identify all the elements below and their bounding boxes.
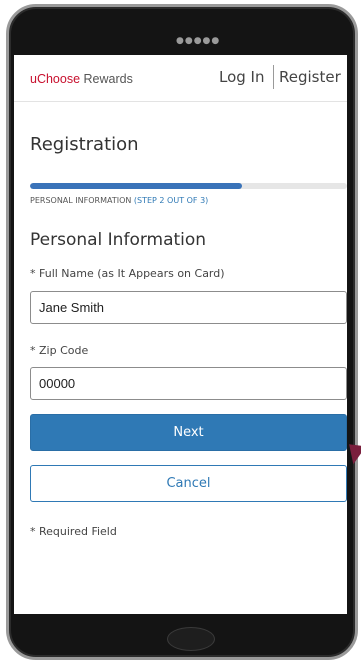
brand-logo-text: Rewards [80, 72, 133, 86]
next-button[interactable]: Next [30, 414, 347, 451]
login-link[interactable]: Log In [219, 68, 265, 86]
zip-code-label: * Zip Code [30, 344, 89, 357]
page-title: Registration [30, 134, 139, 155]
step-indicator: PERSONAL INFORMATION (STEP 2 OUT OF 3) [30, 196, 208, 205]
app-screen: uChoose Rewards Log In Register Registra… [14, 55, 347, 614]
full-name-label: * Full Name (as It Appears on Card) [30, 267, 225, 280]
full-name-input[interactable] [30, 291, 347, 324]
brand-logo[interactable]: uChoose Rewards [30, 72, 133, 86]
register-link[interactable]: Register [279, 68, 341, 86]
page: ●●●●● uChoose Rewards Log In Register Re… [0, 0, 361, 663]
progress-fill [30, 183, 243, 189]
cancel-button[interactable]: Cancel [30, 465, 347, 502]
speaker-grille: ●●●●● [176, 36, 221, 46]
section-title: Personal Information [30, 230, 207, 250]
brand-logo-accent: uChoose [30, 72, 81, 86]
required-field-note: * Required Field [30, 525, 117, 538]
home-button[interactable] [167, 627, 215, 651]
zip-code-input[interactable] [30, 367, 347, 400]
nav-divider [273, 65, 274, 89]
progress-bar [30, 183, 347, 189]
app-header: uChoose Rewards Log In Register [14, 55, 347, 102]
step-count: (STEP 2 OUT OF 3) [133, 196, 209, 205]
step-name: PERSONAL INFORMATION [30, 196, 134, 205]
